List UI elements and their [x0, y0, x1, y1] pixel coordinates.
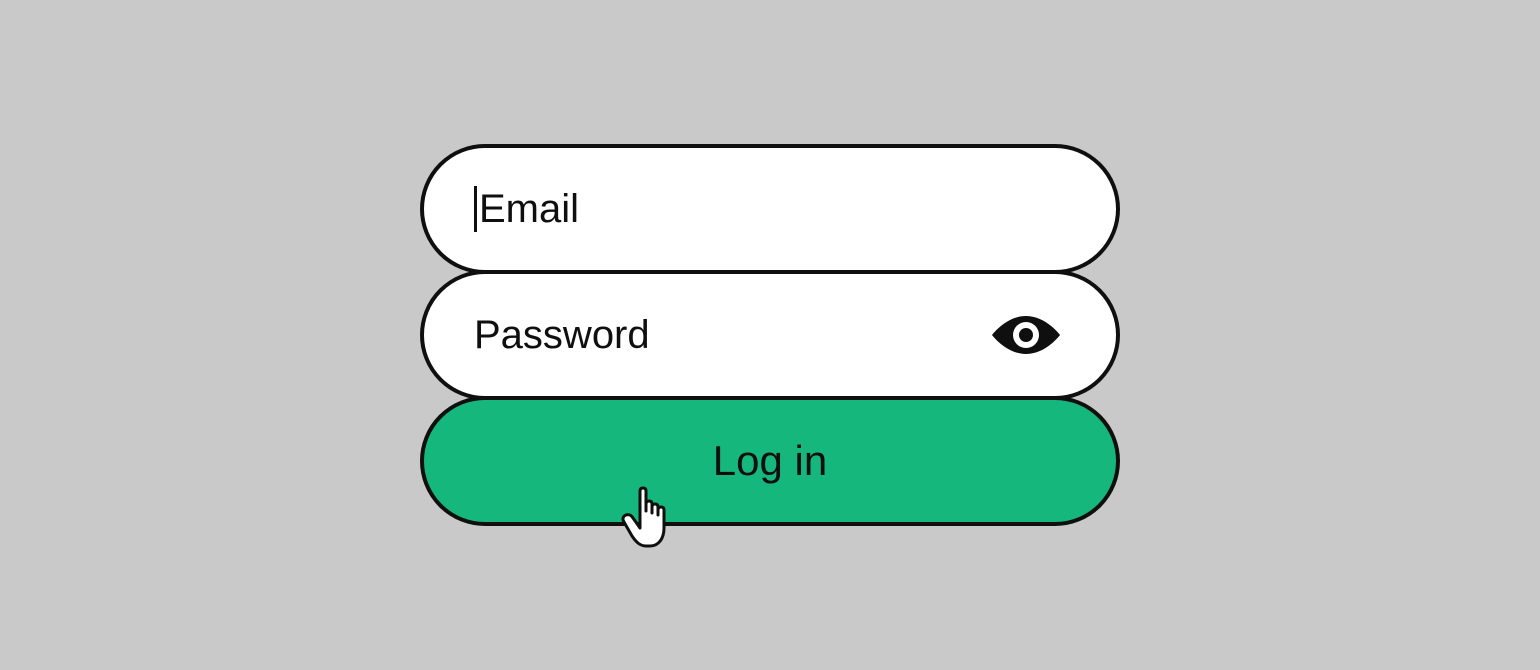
- email-input-wrapper: Email: [474, 186, 579, 232]
- text-caret: [474, 186, 477, 232]
- password-field-container[interactable]: [420, 270, 1120, 400]
- login-button-label: Log in: [713, 437, 827, 485]
- eye-icon[interactable]: [986, 310, 1066, 360]
- password-input-wrapper: [474, 310, 1066, 360]
- email-placeholder: Email: [479, 187, 579, 232]
- password-input[interactable]: [474, 313, 986, 358]
- login-form: Email Log in: [420, 144, 1120, 526]
- email-field-container[interactable]: Email: [420, 144, 1120, 274]
- login-button[interactable]: Log in: [420, 396, 1120, 526]
